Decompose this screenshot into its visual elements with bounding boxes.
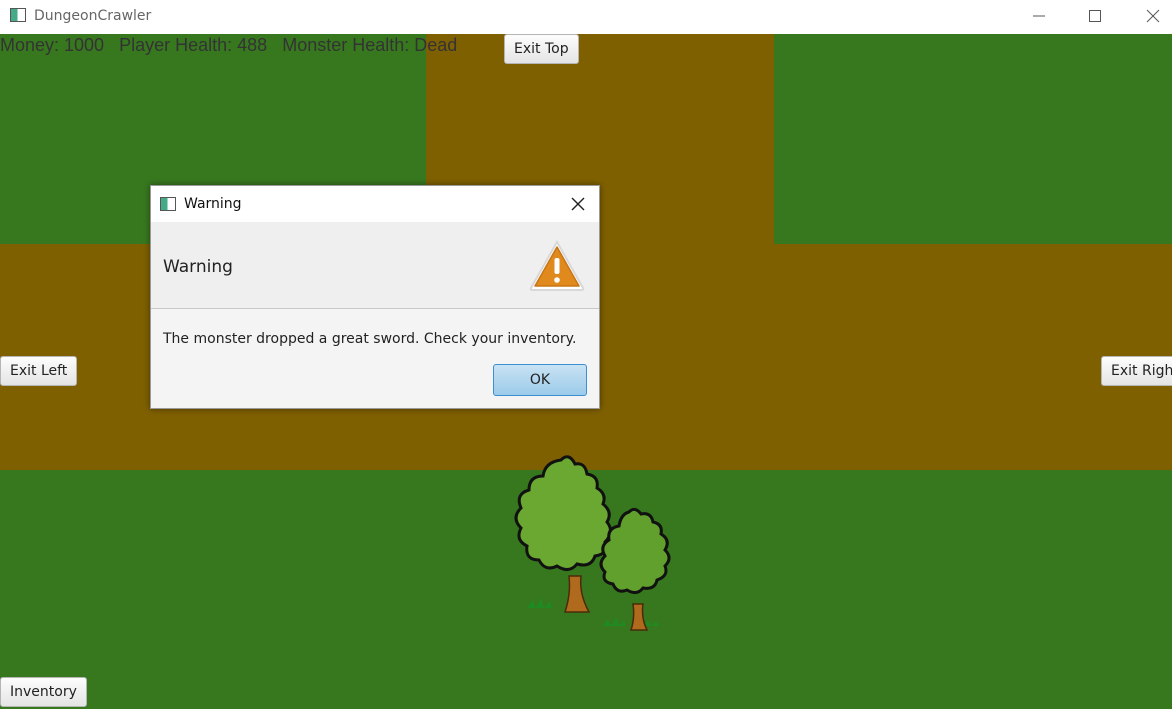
dialog-title: Warning <box>184 196 242 212</box>
dialog-close-button[interactable] <box>565 192 591 216</box>
close-icon <box>571 197 585 211</box>
player-health-label: Player Health: 488 <box>119 35 268 55</box>
warning-dialog: Warning Warning The monster dropped a gr… <box>150 185 600 409</box>
maximize-icon <box>1089 10 1101 22</box>
dialog-app-icon <box>160 197 176 211</box>
exit-left-button[interactable]: Exit Left <box>0 356 78 386</box>
hud: Money: 1000 Player Health: 488 Monster H… <box>0 34 457 56</box>
inventory-button[interactable]: Inventory <box>0 677 87 707</box>
dialog-header: Warning <box>151 222 599 309</box>
ok-button[interactable]: OK <box>493 364 587 396</box>
maximize-button[interactable] <box>1066 0 1122 32</box>
exit-top-button[interactable]: Exit Top <box>504 34 579 64</box>
dialog-message: The monster dropped a great sword. Check… <box>163 331 577 347</box>
dialog-titlebar: Warning <box>151 186 599 222</box>
window-title: DungeonCrawler <box>34 8 152 24</box>
monster-health-label: Monster Health: Dead <box>282 35 458 55</box>
app-icon <box>10 8 26 22</box>
trees-icon <box>514 455 671 631</box>
money-label: Money: 1000 <box>0 35 105 55</box>
window-titlebar: DungeonCrawler <box>0 0 1172 34</box>
close-icon <box>1146 9 1160 23</box>
exit-right-button[interactable]: Exit Right <box>1101 356 1172 386</box>
dialog-header-text: Warning <box>163 257 233 277</box>
warning-icon <box>529 240 585 291</box>
minimize-icon <box>1033 15 1045 17</box>
window-close-button[interactable] <box>1124 0 1172 32</box>
minimize-button[interactable] <box>1010 0 1066 32</box>
